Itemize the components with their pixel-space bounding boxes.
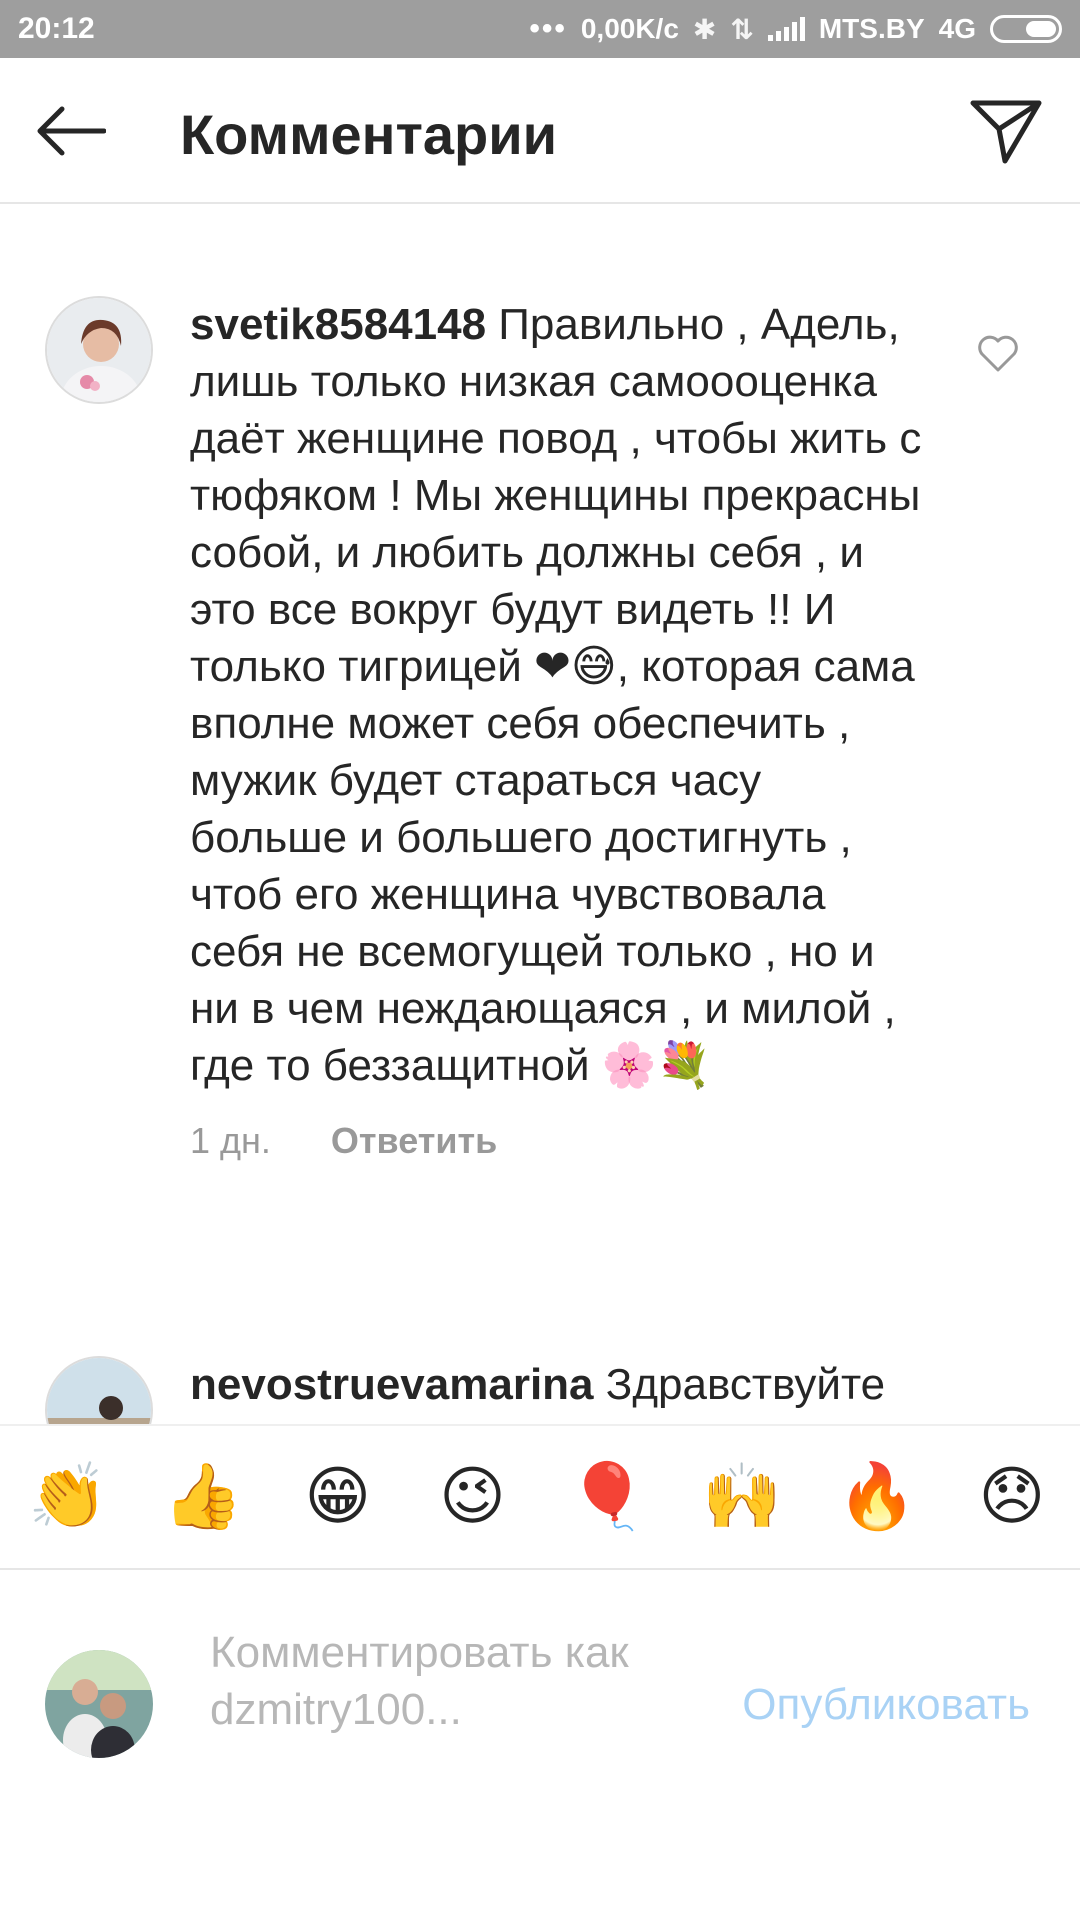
status-time: 20:12 [18,12,95,45]
publish-button[interactable]: Опубликовать [742,1680,1030,1730]
carrier-name: MTS.BY [818,13,925,44]
comment-input[interactable]: Комментировать как dzmitry100... [210,1624,650,1738]
network-type: 4G [938,13,976,44]
heart-outline-icon [978,335,1018,372]
emoji-clap-button[interactable]: 👏 [26,1455,110,1539]
bluetooth-icon: ✱ [692,13,717,45]
arrow-left-icon [37,106,106,156]
emoji-quick-bar: 👏 👍 😁 😉 🎈 🙌 🔥 😞 [0,1424,1080,1570]
emoji-thumbs-up-button[interactable]: 👍 [161,1455,245,1539]
comment-username[interactable]: svetik8584148 [190,300,486,349]
comment-text: nevostruevamarina Здравствуйте [190,1360,886,1409]
avatar-photo [47,298,151,402]
comments-list[interactable]: svetik8584148 Правильно , Адель, лишь то… [0,204,1080,1424]
avatar[interactable] [45,296,153,404]
emoji-disappointed-button[interactable]: 😞 [970,1455,1054,1539]
avatar-photo [47,1358,151,1424]
like-button[interactable] [976,332,1020,376]
current-user-avatar [45,1650,153,1758]
signal-icon [767,17,805,41]
top-bar: Комментарии [0,58,1080,204]
flower-bouquet-emoji: 🌸💐 [601,1040,712,1091]
page-title: Комментарии [180,103,558,166]
network-speed: 0,00K/c [580,13,679,44]
reply-button[interactable]: Ответить [331,1112,497,1169]
data-transfer-icon: ⇅ [730,13,754,45]
comment-text: svetik8584148 Правильно , Адель, лишь то… [190,296,930,1169]
heart-sweat-emoji: ❤😅 [534,641,617,692]
direct-share-button[interactable] [966,92,1046,172]
comment-time: 1 дн. [190,1120,271,1161]
status-bar: 20:12 ••• 0,00K/c ✱ ⇅ MTS.BY 4G [0,0,1080,58]
comment-meta: 1 дн. Ответить [190,1112,930,1169]
paper-plane-icon [970,100,1042,164]
emoji-fire-button[interactable]: 🔥 [835,1455,919,1539]
comment-username[interactable]: nevostruevamarina [190,1360,594,1409]
comment-composer: Комментировать как dzmitry100... Опублик… [0,1572,1080,1872]
emoji-balloon-button[interactable]: 🎈 [565,1455,649,1539]
back-button[interactable] [30,96,110,166]
emoji-raised-hands-button[interactable]: 🙌 [700,1455,784,1539]
emoji-grin-button[interactable]: 😁 [296,1455,380,1539]
avatar-photo [45,1650,153,1758]
battery-icon [990,15,1062,43]
emoji-wink-button[interactable]: 😉 [431,1455,515,1539]
more-dots-icon: ••• [529,12,567,45]
avatar[interactable] [45,1356,153,1424]
